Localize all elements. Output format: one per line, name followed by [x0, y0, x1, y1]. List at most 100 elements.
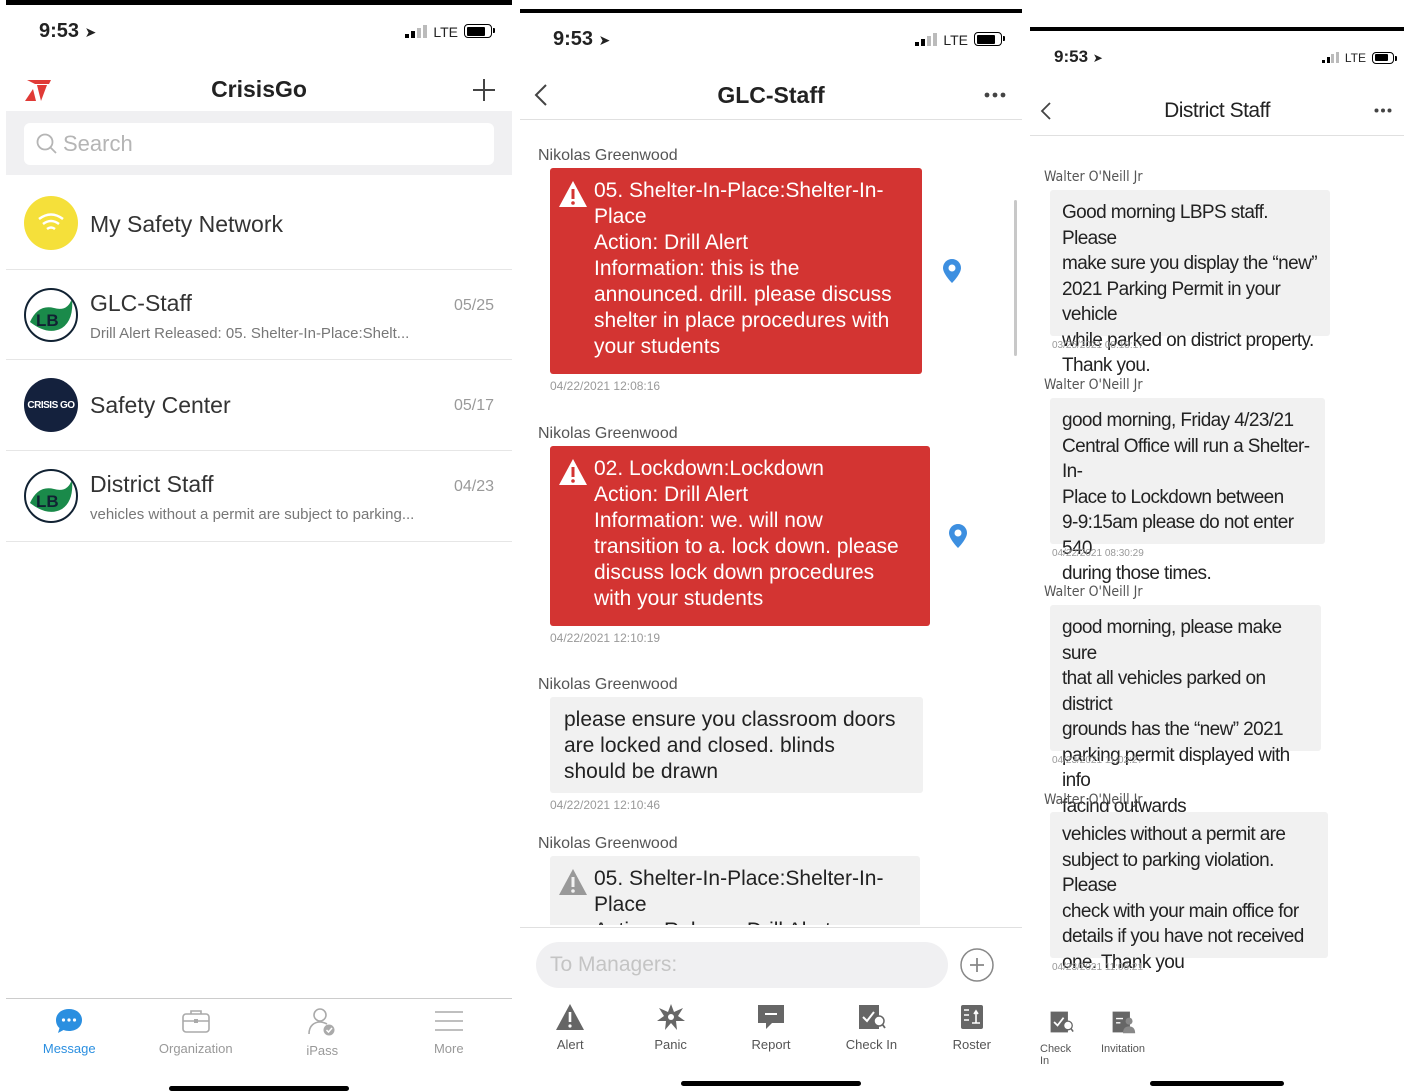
tab-label: iPass: [306, 1043, 339, 1058]
tool-label: Roster: [952, 1037, 991, 1052]
location-pin-icon[interactable]: [942, 258, 962, 284]
text-message-bubble[interactable]: good morning, Friday 4/23/21 Central Off…: [1050, 398, 1325, 584]
signal-icon: [915, 32, 938, 46]
back-chevron-icon[interactable]: [534, 83, 548, 107]
location-arrow-icon: ➤: [84, 23, 97, 40]
page-title: GLC-Staff: [717, 81, 825, 108]
add-circle-icon[interactable]: [959, 947, 995, 983]
tool-panic[interactable]: Panic: [620, 1003, 720, 1059]
crisisgo-logo-icon[interactable]: [23, 77, 55, 103]
tool-invitation[interactable]: Invitation: [1101, 1009, 1145, 1067]
chat-bubble-icon: [56, 1009, 83, 1033]
list-item-district-staff[interactable]: LB District Staff 04/23 vehicles without…: [6, 451, 512, 542]
list-item-my-safety-network[interactable]: My Safety Network: [6, 175, 512, 270]
list-item-date: 05/25: [453, 297, 494, 314]
battery-icon: [974, 32, 1005, 47]
alert-message-bubble[interactable]: 02. Lockdown:Lockdown Action: Drill Aler…: [550, 446, 930, 626]
status-time: 9:53: [1054, 47, 1089, 66]
list-item-title: GLC-Staff: [90, 290, 192, 316]
tool-label: Alert: [556, 1037, 584, 1052]
search-placeholder: Search: [63, 131, 133, 156]
lb-logo-avatar-icon: LB: [24, 288, 78, 342]
list-item-safety-center[interactable]: CRISIS GO Safety Center 05/17: [6, 360, 512, 451]
message-sender: Walter O'Neill Jr: [1044, 377, 1143, 393]
report-icon: [758, 1005, 785, 1029]
home-indicator: [169, 1086, 349, 1091]
tab-ipass[interactable]: iPass: [259, 1007, 386, 1067]
tab-bar: Message Organization iPass More: [6, 1007, 512, 1067]
message-input[interactable]: To Managers:: [536, 942, 948, 988]
location-pin-icon[interactable]: [948, 523, 968, 549]
list-item-preview: Drill Alert Released: 05. Shelter-In-Pla…: [90, 325, 410, 342]
text-message-bubble[interactable]: vehicles without a permit are subject to…: [1050, 812, 1328, 973]
tool-label: Check In: [845, 1037, 898, 1052]
release-message-bubble[interactable]: 05. Shelter-In-Place:Shelter-In- Place A…: [550, 856, 920, 925]
message-sender: Nikolas Greenwood: [538, 835, 678, 852]
more-options-icon[interactable]: [1374, 108, 1392, 113]
message-timestamp: 04/22/2021 08:30:29: [1052, 548, 1144, 559]
message-text: 05. Shelter-In-Place:Shelter-In- Place A…: [594, 867, 884, 925]
text-message-bubble[interactable]: Good morning LBPS staff. Please make sur…: [1050, 190, 1330, 376]
search-bar: Search: [6, 111, 512, 175]
message-sender: Nikolas Greenwood: [538, 147, 678, 164]
message-text: vehicles without a permit are subject to…: [1062, 824, 1304, 973]
invitation-icon: [1112, 1011, 1136, 1034]
glc-staff-chat-screen: 9:53 ➤ LTE GLC-Staff Nikolas Greenwood 0…: [520, 9, 1022, 1091]
search-icon: [36, 133, 57, 154]
search-input[interactable]: Search: [24, 123, 494, 165]
text-message-bubble[interactable]: good morning, please make sure that all …: [1050, 605, 1321, 817]
tool-roster[interactable]: Roster: [922, 1003, 1022, 1059]
tab-organization[interactable]: Organization: [133, 1007, 260, 1067]
tool-label: Panic: [654, 1037, 687, 1052]
briefcase-icon: [181, 1010, 210, 1033]
message-text: 02. Lockdown:Lockdown Action: Drill Aler…: [594, 457, 899, 610]
alert-message-bubble[interactable]: 05. Shelter-In-Place:Shelter-In- Place A…: [550, 168, 922, 374]
battery-icon: [464, 24, 495, 39]
message-clip: 05. Shelter-In-Place:Shelter-In- Place A…: [550, 856, 920, 925]
menu-icon: [434, 1011, 463, 1031]
signal-icon: [405, 24, 428, 38]
scrollbar[interactable]: [1014, 200, 1017, 356]
nav-bar: CrisisGo: [6, 69, 512, 109]
crisisgo-home-screen: 9:53 ➤ LTE CrisisGo Search My Safety Net…: [6, 0, 512, 1091]
more-options-icon[interactable]: [984, 92, 1006, 98]
tab-message[interactable]: Message: [6, 1007, 133, 1067]
tab-label: Organization: [158, 1041, 233, 1056]
list-item-preview: vehicles without a permit are subject to…: [90, 506, 415, 523]
add-icon[interactable]: [472, 78, 496, 102]
message-timestamp: 04/22/2021 12:08:16: [550, 379, 661, 393]
avatar-lb-text: LB: [36, 311, 59, 330]
tool-alert[interactable]: Alert: [520, 1003, 620, 1059]
tool-report[interactable]: Report: [721, 1003, 821, 1059]
warning-icon: [559, 181, 587, 207]
status-time: 9:53: [553, 27, 594, 50]
wifi-avatar-icon: [24, 196, 78, 250]
signal-icon: [1322, 52, 1339, 64]
back-chevron-icon[interactable]: [1040, 101, 1052, 121]
battery-icon: [1372, 51, 1397, 64]
warning-icon: [559, 459, 587, 485]
location-arrow-icon: ➤: [598, 31, 611, 48]
list-item-title: District Staff: [90, 471, 214, 497]
tab-more[interactable]: More: [386, 1007, 513, 1067]
tab-label: Message: [42, 1041, 96, 1056]
list-item-date: 05/17: [453, 397, 494, 414]
lb-logo-avatar-icon: LB: [24, 469, 78, 523]
list-item-glc-staff[interactable]: LB GLC-Staff 05/25 Drill Alert Released:…: [6, 270, 512, 360]
nav-bar: District Staff: [1030, 95, 1404, 127]
message-timestamp: 03/25/2021 08:18:17: [1052, 340, 1144, 351]
tool-check-in[interactable]: Check In: [821, 1003, 921, 1059]
burst-icon: [656, 1004, 685, 1030]
avatar-crisisgo-text: CRISIS GO: [27, 399, 75, 411]
text-message-bubble[interactable]: please ensure you classroom doors are lo…: [550, 697, 923, 793]
message-timestamp: 04/23/2021 11:02:27: [1052, 755, 1144, 766]
message-timestamp: 04/22/2021 12:10:19: [550, 631, 661, 645]
message-timestamp: 04/23/2021 11:06:21: [1052, 962, 1144, 973]
tool-check-in[interactable]: Check In: [1040, 1009, 1082, 1067]
network-label: LTE: [433, 23, 458, 40]
avatar-lb-text: LB: [36, 492, 59, 511]
message-text: good morning, please make sure that all …: [1062, 617, 1290, 817]
tool-bar: Alert Panic Report Check In Roster: [520, 1003, 1022, 1059]
home-indicator: [1150, 1081, 1284, 1086]
home-indicator: [681, 1081, 861, 1086]
